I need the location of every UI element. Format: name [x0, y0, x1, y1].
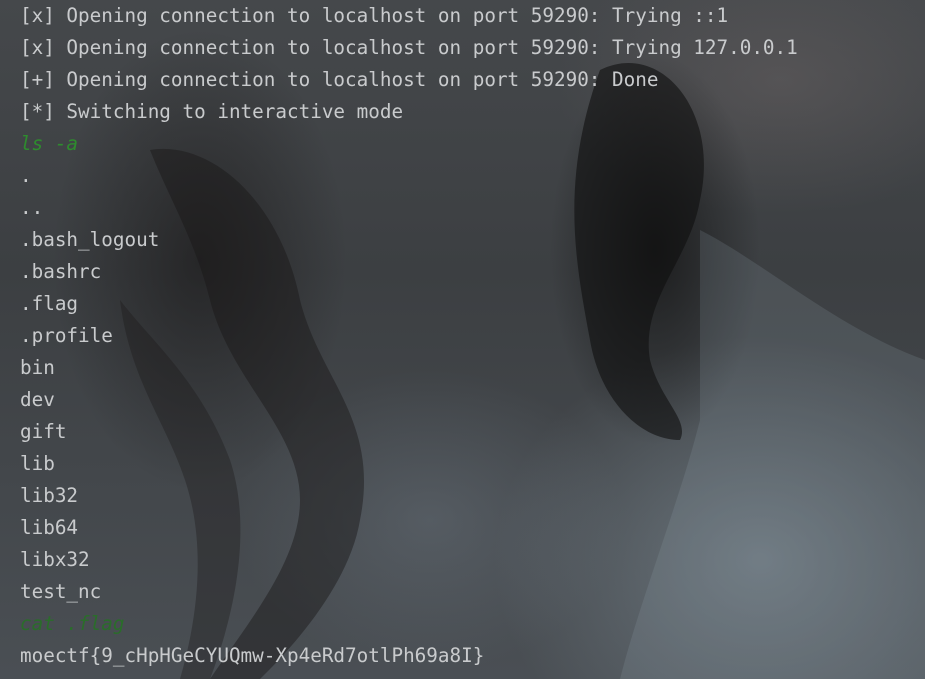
status-line: [*] Switching to interactive mode	[20, 100, 404, 123]
output-line: .bash_logout	[20, 228, 160, 251]
output-line: lib	[20, 452, 55, 475]
status-line: [x] Opening connection to localhost on p…	[20, 36, 798, 59]
output-line: bin	[20, 356, 55, 379]
terminal-output[interactable]: [x] Opening connection to localhost on p…	[20, 0, 798, 672]
status-line: [x] Opening connection to localhost on p…	[20, 4, 729, 27]
status-line: [+] Opening connection to localhost on p…	[20, 68, 659, 91]
command-line: cat .flag	[20, 612, 125, 635]
flag-output-line: moectf{9_cHpHGeCYUQmw-Xp4eRd7otlPh69a8I}	[20, 644, 485, 667]
output-line: libx32	[20, 548, 90, 571]
output-line: .bashrc	[20, 260, 102, 283]
output-line: gift	[20, 420, 67, 443]
output-line: ..	[20, 196, 44, 219]
output-line: dev	[20, 388, 55, 411]
output-line: .profile	[20, 324, 113, 347]
terminal-window[interactable]: [x] Opening connection to localhost on p…	[0, 0, 925, 679]
output-line: test_nc	[20, 580, 102, 603]
output-line: .flag	[20, 292, 79, 315]
output-line: lib64	[20, 516, 79, 539]
command-line: ls -a	[20, 132, 79, 155]
output-line: .	[20, 164, 32, 187]
output-line: lib32	[20, 484, 79, 507]
